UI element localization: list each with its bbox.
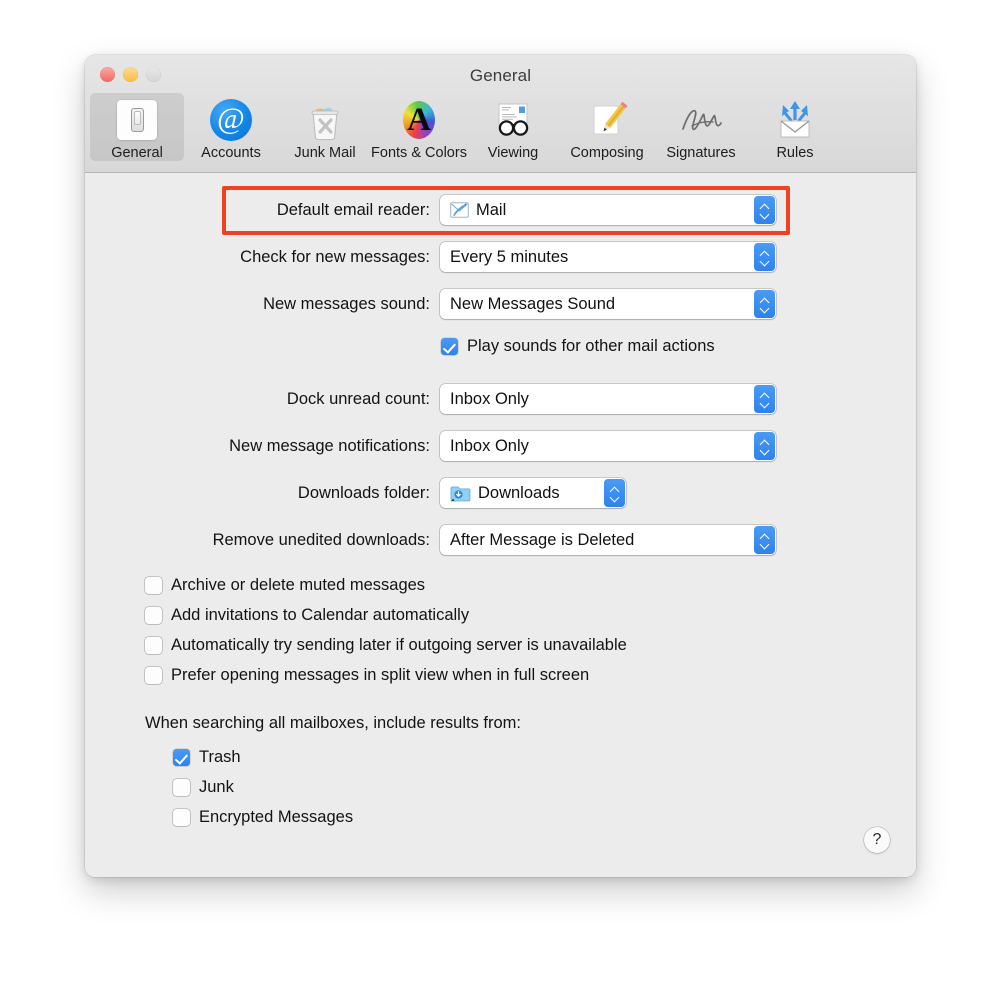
checkbox-box-trash[interactable] [173, 749, 190, 766]
toolbar-item-junk-mail[interactable]: Junk Mail [278, 93, 372, 161]
toolbar-label-composing: Composing [570, 145, 644, 161]
checkbox-label-prefer-split-view: Prefer opening messages in split view wh… [171, 666, 590, 684]
label-remove-unedited-downloads: Remove unedited downloads: [212, 530, 430, 549]
checkbox-label-encrypted-messages: Encrypted Messages [199, 808, 354, 826]
mail-preferences-window: General General @ Accounts Junk Mail A F… [85, 55, 916, 877]
window-chrome: General General @ Accounts Junk Mail A F… [85, 55, 916, 173]
label-new-messages-sound: New messages sound: [263, 294, 430, 313]
popup-new-message-notifications[interactable]: Inbox Only [440, 431, 776, 461]
general-settings-pane: Default email reader: Mail Check for new… [85, 173, 916, 877]
color-wheel-a-icon: A [396, 97, 442, 143]
checkbox-label-try-sending-later: Automatically try sending later if outgo… [171, 636, 627, 654]
checkbox-box-add-invitations[interactable] [145, 607, 162, 624]
stepper-downloads-folder[interactable] [604, 479, 625, 507]
glasses-icon [490, 97, 536, 143]
window-title: General [469, 66, 532, 85]
title-bar: General [85, 55, 916, 95]
popup-check-for-new-messages[interactable]: Every 5 minutes [440, 242, 776, 272]
label-dock-unread-count: Dock unread count: [286, 389, 430, 408]
stepper-new-messages-sound[interactable] [754, 290, 775, 318]
checkbox-box-prefer-split-view[interactable] [145, 667, 162, 684]
checkbox-prefer-split-view-full-screen[interactable]: Prefer opening messages in split view wh… [145, 666, 589, 685]
value-new-message-notifications: Inbox Only [450, 436, 529, 455]
toolbar-label-fonts-colors: Fonts & Colors [371, 145, 467, 161]
toolbar-label-accounts: Accounts [201, 145, 261, 161]
label-check-for-new-messages: Check for new messages: [240, 247, 430, 266]
signature-icon [678, 97, 724, 143]
toolbar-item-general[interactable]: General [90, 93, 184, 161]
checkbox-search-trash[interactable]: Trash [173, 748, 241, 767]
row-downloads-folder: Downloads folder: Downloads [140, 478, 626, 508]
popup-downloads-folder[interactable]: Downloads [440, 478, 626, 508]
toolbar-item-fonts-colors[interactable]: A Fonts & Colors [371, 93, 467, 161]
checkbox-box-encrypted-messages[interactable] [173, 809, 190, 826]
toolbar-label-signatures: Signatures [666, 145, 736, 161]
popup-dock-unread-count[interactable]: Inbox Only [440, 384, 776, 414]
stepper-remove-unedited-downloads[interactable] [754, 526, 775, 554]
row-dock-unread-count: Dock unread count: Inbox Only [140, 384, 776, 414]
toolbar-item-signatures[interactable]: Signatures [654, 93, 748, 161]
checkbox-add-invitations-to-calendar[interactable]: Add invitations to Calendar automaticall… [145, 606, 469, 625]
row-remove-unedited-downloads: Remove unedited downloads: After Message… [140, 525, 776, 555]
popup-new-messages-sound[interactable]: New Messages Sound [440, 289, 776, 319]
row-new-messages-sound: New messages sound: New Messages Sound [140, 289, 776, 319]
checkbox-label-archive-muted: Archive or delete muted messages [171, 576, 426, 594]
checkbox-label-trash: Trash [199, 748, 241, 766]
checkbox-box-play-sounds[interactable] [441, 338, 458, 355]
checkbox-search-junk[interactable]: Junk [173, 778, 234, 797]
toolbar-label-junk-mail: Junk Mail [294, 145, 356, 161]
label-new-message-notifications: New message notifications: [229, 436, 430, 455]
help-button[interactable]: ? [864, 827, 890, 853]
toolbar-item-composing[interactable]: Composing [560, 93, 654, 161]
row-default-email-reader: Default email reader: Mail [140, 195, 776, 225]
pencil-paper-icon [584, 97, 630, 143]
value-remove-unedited-downloads: After Message is Deleted [450, 530, 635, 549]
switch-icon [114, 97, 160, 143]
popup-default-email-reader[interactable]: Mail [440, 195, 776, 225]
trash-can-icon [302, 97, 348, 143]
checkbox-label-play-sounds: Play sounds for other mail actions [467, 337, 715, 355]
checkbox-box-try-sending-later[interactable] [145, 637, 162, 654]
toolbar-label-viewing: Viewing [487, 145, 539, 161]
at-sign-icon: @ [208, 97, 254, 143]
toolbar-label-rules: Rules [776, 145, 814, 161]
value-downloads-folder: Downloads [478, 483, 560, 502]
checkbox-archive-or-delete-muted-messages[interactable]: Archive or delete muted messages [145, 576, 425, 595]
mail-app-icon [450, 202, 469, 218]
label-downloads-folder: Downloads folder: [297, 483, 430, 502]
popup-remove-unedited-downloads[interactable]: After Message is Deleted [440, 525, 776, 555]
downloads-folder-icon [450, 486, 471, 501]
checkbox-label-add-invitations: Add invitations to Calendar automaticall… [171, 606, 470, 624]
checkbox-automatically-try-sending-later[interactable]: Automatically try sending later if outgo… [145, 636, 627, 655]
checkbox-play-sounds-for-other-mail-actions[interactable]: Play sounds for other mail actions [441, 337, 715, 356]
checkbox-search-encrypted-messages[interactable]: Encrypted Messages [173, 808, 353, 827]
checkbox-label-junk: Junk [199, 778, 234, 796]
toolbar-label-general: General [111, 145, 163, 161]
stepper-new-message-notifications[interactable] [754, 432, 775, 460]
search-section-heading: When searching all mailboxes, include re… [145, 714, 521, 732]
value-new-messages-sound: New Messages Sound [450, 294, 616, 313]
value-dock-unread-count: Inbox Only [450, 389, 529, 408]
toolbar-item-accounts[interactable]: @ Accounts [184, 93, 278, 161]
checkbox-box-archive-muted[interactable] [145, 577, 162, 594]
value-check-for-new-messages: Every 5 minutes [450, 247, 569, 266]
stepper-default-email-reader[interactable] [754, 196, 775, 224]
toolbar-item-viewing[interactable]: Viewing [466, 93, 560, 161]
value-default-email-reader: Mail [476, 200, 507, 219]
envelope-arrows-icon [772, 97, 818, 143]
label-default-email-reader: Default email reader: [276, 200, 430, 219]
stepper-check-for-new-messages[interactable] [754, 243, 775, 271]
screenshot-root: General General @ Accounts Junk Mail A F… [0, 0, 1000, 986]
checkbox-box-junk[interactable] [173, 779, 190, 796]
toolbar-item-rules[interactable]: Rules [748, 93, 842, 161]
row-check-for-new-messages: Check for new messages: Every 5 minutes [140, 242, 776, 272]
row-new-message-notifications: New message notifications: Inbox Only [140, 431, 776, 461]
preferences-toolbar: General @ Accounts Junk Mail A Fonts & C… [85, 93, 916, 173]
stepper-dock-unread-count[interactable] [754, 385, 775, 413]
